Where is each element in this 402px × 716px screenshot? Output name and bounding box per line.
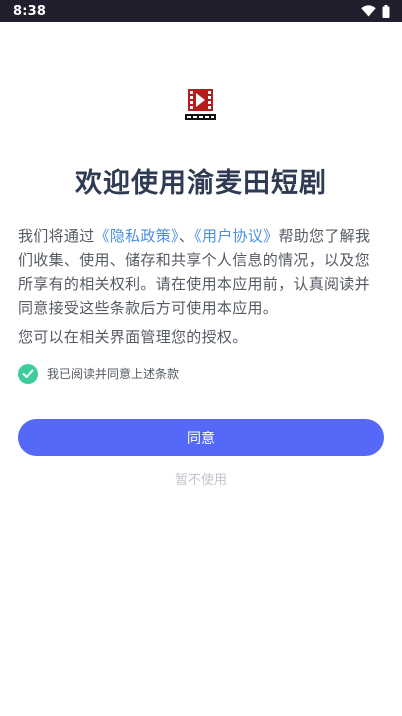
welcome-title: 欢迎使用渝麦田短剧: [75, 168, 327, 199]
privacy-intro-text: 我们将通过《隐私政策》、《用户协议》帮助您了解我们收集、使用、储存和共享个人信息…: [18, 224, 380, 320]
status-icons: [361, 4, 390, 18]
user-agreement-link[interactable]: 《用户协议》: [194, 227, 278, 245]
agree-checkbox[interactable]: [18, 363, 38, 384]
battery-icon: [382, 4, 390, 18]
intro-prefix: 我们将通过: [18, 227, 95, 245]
status-bar: 8:38: [0, 0, 402, 22]
agree-terms-row[interactable]: 我已阅读并同意上述条款: [18, 363, 179, 384]
app-logo: [182, 86, 220, 124]
agree-button[interactable]: 同意: [18, 419, 384, 456]
status-time: 8:38: [13, 3, 47, 19]
decline-button[interactable]: 暂不使用: [0, 469, 402, 488]
privacy-policy-link[interactable]: 《隐私政策》: [95, 227, 179, 245]
agree-checkbox-label: 我已阅读并同意上述条款: [47, 367, 180, 381]
manage-authorization-note: 您可以在相关界面管理您的授权。: [18, 328, 248, 346]
intro-separator: 、: [178, 227, 195, 245]
wifi-icon: [361, 5, 376, 17]
checkmark-icon: [22, 369, 34, 378]
